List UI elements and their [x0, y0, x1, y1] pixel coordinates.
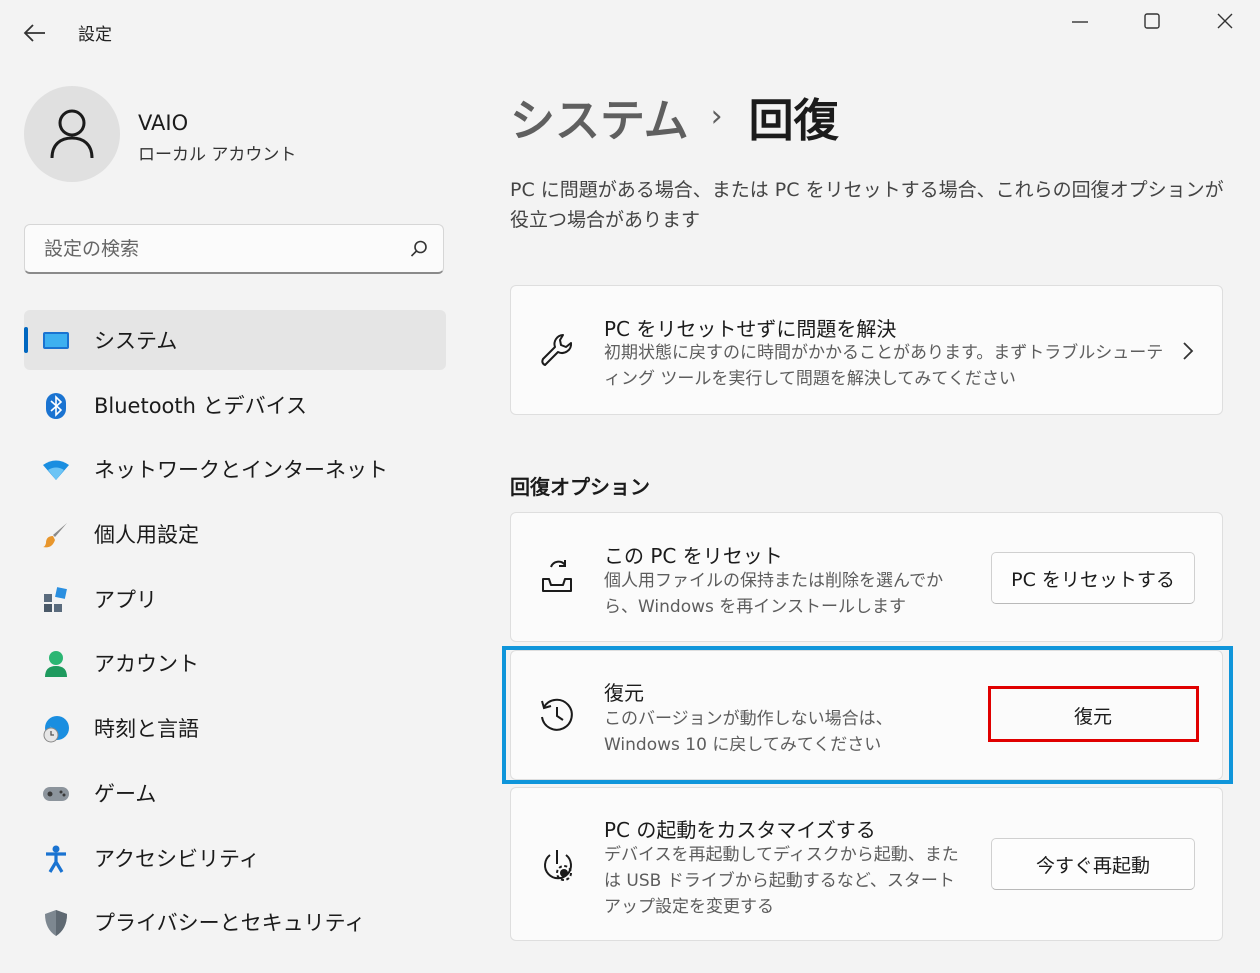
breadcrumb-parent[interactable]: システム: [510, 84, 689, 149]
sidebar-item-label: Bluetooth とデバイス: [94, 393, 307, 418]
sidebar-item-label: アクセシビリティ: [94, 846, 260, 871]
sidebar-item-label: アカウント: [94, 652, 199, 677]
sidebar-item-label: ゲーム: [94, 781, 157, 806]
sidebar-item-bluetooth[interactable]: Bluetooth とデバイス: [24, 375, 446, 435]
monitor-icon: [42, 327, 70, 355]
breadcrumb-separator: ›: [710, 99, 723, 134]
sidebar-item-network[interactable]: ネットワークとインターネット: [24, 439, 446, 499]
sidebar-item-accounts[interactable]: アカウント: [24, 633, 446, 693]
minimize-button[interactable]: [1057, 4, 1103, 38]
sidebar-item-apps[interactable]: アプリ: [24, 569, 446, 629]
brush-icon: [42, 521, 70, 549]
sidebar-item-accessibility[interactable]: アクセシビリティ: [24, 828, 446, 888]
reset-pc-card: この PC をリセット 個人用ファイルの保持または削除を選んでから、Window…: [510, 512, 1223, 642]
title-bar: 設定: [0, 0, 1260, 64]
sidebar-item-time-language[interactable]: 時刻と言語: [24, 698, 446, 758]
card-description: 個人用ファイルの保持または削除を選んでから、Windows を再インストールしま…: [604, 571, 944, 617]
sidebar-item-label: ネットワークとインターネット: [94, 458, 388, 483]
card-description: デバイスを再起動してディスクから起動、または USB ドライブから起動するなど、…: [604, 845, 959, 917]
wrench-icon: [537, 330, 577, 370]
avatar[interactable]: [24, 86, 120, 182]
gamepad-icon: [42, 780, 70, 808]
profile-account-type: ローカル アカウント: [138, 145, 297, 165]
sidebar-item-label: 時刻と言語: [94, 717, 199, 742]
card-description: 初期状態に戻すのに時間がかかることがあります。まずトラブルシューティング ツール…: [604, 343, 1164, 389]
sidebar-item-label: アプリ: [94, 587, 157, 612]
sidebar-item-label: プライバシーとセキュリティ: [94, 911, 366, 936]
wifi-icon: [42, 456, 70, 484]
reset-pc-icon: [537, 557, 577, 597]
page-description: PC に問題がある場合、または PC をリセットする場合、これらの回復オプション…: [510, 179, 1224, 231]
sidebar-item-privacy[interactable]: プライバシーとセキュリティ: [24, 892, 446, 952]
app-title: 設定: [78, 25, 112, 45]
maximize-button[interactable]: [1129, 4, 1175, 38]
close-button[interactable]: [1202, 4, 1248, 38]
sidebar-item-label: システム: [94, 329, 178, 353]
section-heading: 回復オプション: [510, 475, 650, 499]
card-title: PC の起動をカスタマイズする: [604, 818, 876, 842]
close-icon: [1217, 13, 1233, 29]
chevron-right-icon: [1176, 339, 1200, 363]
highlight-box-go-back-button: [988, 686, 1199, 742]
back-button[interactable]: [18, 18, 52, 48]
sidebar-item-system[interactable]: システム: [24, 310, 446, 370]
search-icon[interactable]: [409, 239, 429, 259]
search-box[interactable]: [24, 224, 444, 274]
accessibility-icon: [42, 845, 70, 873]
restart-now-button[interactable]: 今すぐ再起動: [991, 838, 1195, 890]
sidebar-item-personalization[interactable]: 個人用設定: [24, 504, 446, 564]
sidebar-item-label: 個人用設定: [94, 523, 199, 548]
search-input[interactable]: [42, 236, 409, 261]
card-title: この PC をリセット: [604, 544, 783, 568]
advanced-startup-card: PC の起動をカスタマイズする デバイスを再起動してディスクから起動、または U…: [510, 787, 1223, 941]
advanced-startup-icon: [537, 846, 577, 886]
person-icon: [42, 650, 70, 678]
troubleshoot-card[interactable]: PC をリセットせずに問題を解決 初期状態に戻すのに時間がかかることがあります。…: [510, 285, 1223, 415]
bluetooth-icon: [42, 392, 70, 420]
person-icon: [50, 109, 94, 159]
reset-pc-button[interactable]: PC をリセットする: [991, 552, 1195, 604]
sidebar-item-gaming[interactable]: ゲーム: [24, 763, 446, 823]
card-title: PC をリセットせずに問題を解決: [604, 317, 897, 341]
profile-name: VAIO: [138, 111, 189, 135]
shield-icon: [42, 909, 70, 937]
back-arrow-icon: [23, 24, 45, 42]
apps-icon: [42, 586, 70, 614]
sidebar-nav: システム Bluetooth とデバイス ネットワークとインターネット 個人用設…: [24, 310, 446, 957]
globe-clock-icon: [42, 715, 70, 743]
maximize-icon: [1144, 13, 1160, 29]
minimize-icon: [1072, 21, 1088, 23]
page-title: 回復: [748, 94, 839, 147]
breadcrumb: システム › 回復: [510, 84, 839, 149]
